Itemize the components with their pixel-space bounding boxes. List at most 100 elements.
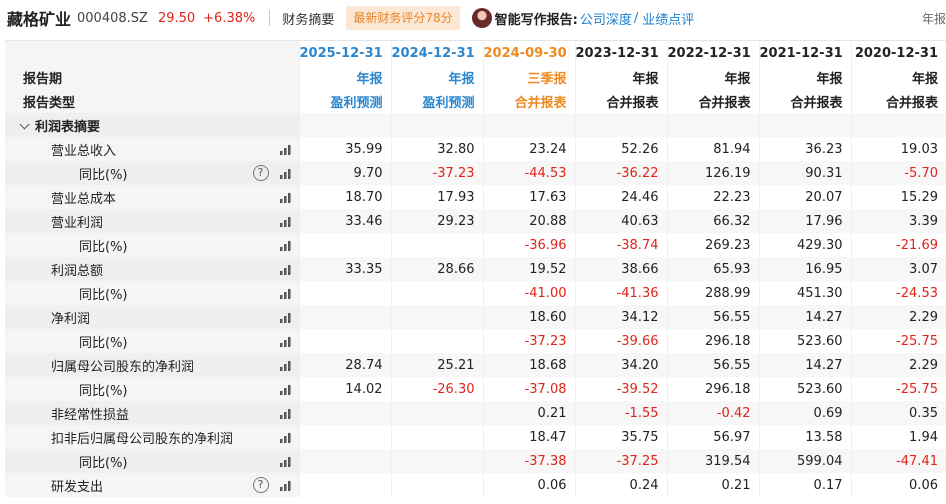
section-empty-cell (758, 113, 851, 137)
table-cell: -5.70 (850, 161, 946, 185)
row-icon-cell (242, 449, 299, 473)
table-cell (298, 449, 391, 473)
table-cell: -37.38 (482, 449, 575, 473)
bar-chart-icon[interactable] (279, 383, 293, 395)
row-label: 扣非后归属母公司股东的净利润 (5, 425, 242, 449)
tab-finance-summary[interactable]: 财务摘要 (282, 9, 334, 28)
row-icon-cell (242, 185, 299, 209)
bar-chart-icon[interactable] (279, 239, 293, 251)
bar-chart-icon[interactable] (279, 311, 293, 323)
table-cell: 2.29 (850, 305, 946, 329)
financial-score-badge[interactable]: 最新财务评分78分 (346, 6, 460, 30)
table-cell (390, 425, 483, 449)
column-date[interactable]: 2024-09-30 (482, 41, 575, 65)
table-cell: 2.29 (850, 353, 946, 377)
table-row: 同比(%) -37.23 -39.66 296.18 523.60 -25.75 (5, 329, 946, 353)
table-cell (298, 233, 391, 257)
table-cell: -44.53 (482, 161, 575, 185)
divider (269, 10, 271, 26)
bar-chart-icon[interactable] (279, 143, 293, 155)
table-cell: 33.35 (298, 257, 391, 281)
column-period: 年报 (666, 65, 759, 89)
table-cell: 34.20 (574, 353, 667, 377)
row-label: 同比(%) (5, 281, 242, 305)
column-report-type: 合并报表 (574, 89, 667, 113)
column-period: 年报 (298, 65, 391, 89)
table-cell: 18.60 (482, 305, 575, 329)
stock-name: 藏格矿业 (7, 10, 72, 29)
table-row: 研发支出? 0.06 0.24 0.21 0.17 0.06 (5, 473, 946, 497)
table-cell: 269.23 (666, 233, 759, 257)
column-date[interactable]: 2024-12-31 (390, 41, 483, 65)
ai-link-earnings-review[interactable]: 业绩点评 (642, 9, 694, 28)
column-date[interactable]: 2025-12-31 (298, 41, 391, 65)
table-cell: 0.69 (758, 401, 851, 425)
table-cell: -39.52 (574, 377, 667, 401)
table-cell: 90.31 (758, 161, 851, 185)
row-label: 同比(%) (5, 329, 242, 353)
section-title[interactable]: 利润表摘要 (5, 113, 242, 137)
section-row-income-summary[interactable]: 利润表摘要 (5, 113, 946, 137)
ai-link-separator: / (633, 10, 639, 26)
bar-chart-icon[interactable] (279, 359, 293, 371)
table-row: 非经常性损益 0.21 -1.55 -0.42 0.69 0.35 (5, 401, 946, 425)
ai-avatar-icon (471, 8, 492, 28)
row-label: 同比(%) (5, 449, 242, 473)
ai-link-company-depth[interactable]: 公司深度 (580, 9, 632, 28)
table-cell: 319.54 (666, 449, 759, 473)
stock-price: 29.50 (157, 10, 196, 26)
row-label: 净利润 (5, 305, 242, 329)
bar-chart-icon[interactable] (279, 167, 293, 179)
table-cell: 20.07 (758, 185, 851, 209)
column-date[interactable]: 2022-12-31 (666, 41, 759, 65)
table-cell: 14.27 (758, 305, 851, 329)
bar-chart-icon[interactable] (279, 455, 293, 467)
table-cell (298, 473, 391, 497)
label-report-period: 报告期 (5, 65, 242, 89)
table-cell: 14.02 (298, 377, 391, 401)
row-icon-cell (242, 257, 299, 281)
table-cell: 0.06 (850, 473, 946, 497)
bar-chart-icon[interactable] (279, 335, 293, 347)
table-cell: 17.63 (482, 185, 575, 209)
table-cell: 36.23 (758, 137, 851, 161)
row-icon-cell (242, 305, 299, 329)
row-icon-cell (242, 377, 299, 401)
table-cell: 0.21 (666, 473, 759, 497)
bar-chart-icon[interactable] (279, 191, 293, 203)
row-icon-cell (242, 233, 299, 257)
table-cell: -21.69 (850, 233, 946, 257)
row-label: 营业利润 (5, 209, 242, 233)
bar-chart-icon[interactable] (279, 263, 293, 275)
bar-chart-icon[interactable] (279, 431, 293, 443)
table-cell: -25.75 (850, 377, 946, 401)
row-label: 同比(%) (5, 233, 242, 257)
table-cell: 3.07 (850, 257, 946, 281)
column-date[interactable]: 2020-12-31 (850, 41, 946, 65)
table-cell: 17.93 (390, 185, 483, 209)
table-cell: 25.21 (390, 353, 483, 377)
help-icon[interactable]: ? (252, 477, 269, 493)
table-cell: 0.35 (850, 401, 946, 425)
bar-chart-icon[interactable] (279, 479, 293, 491)
header-icon-cell (242, 41, 299, 65)
column-period: 年报 (390, 65, 483, 89)
table-cell: -38.74 (574, 233, 667, 257)
bar-chart-icon[interactable] (279, 407, 293, 419)
help-icon[interactable]: ? (252, 165, 269, 181)
row-label: 同比(%) (5, 161, 242, 185)
column-report-type: 合并报表 (666, 89, 759, 113)
column-date[interactable]: 2023-12-31 (574, 41, 667, 65)
table-cell: 28.74 (298, 353, 391, 377)
column-date[interactable]: 2021-12-31 (758, 41, 851, 65)
table-row: 净利润 18.60 34.12 56.55 14.27 2.29 (5, 305, 946, 329)
bar-chart-icon[interactable] (279, 287, 293, 299)
chevron-down-icon[interactable] (19, 119, 30, 129)
row-icon-cell (242, 401, 299, 425)
header-date-row: 2025-12-31 2024-12-31 2024-09-30 2023-12-31… (5, 41, 946, 65)
column-period: 年报 (850, 65, 946, 89)
table-cell (390, 305, 483, 329)
row-icon-cell: ? (242, 161, 299, 185)
bar-chart-icon[interactable] (279, 215, 293, 227)
report-type-tab[interactable]: 年报 (922, 10, 946, 27)
